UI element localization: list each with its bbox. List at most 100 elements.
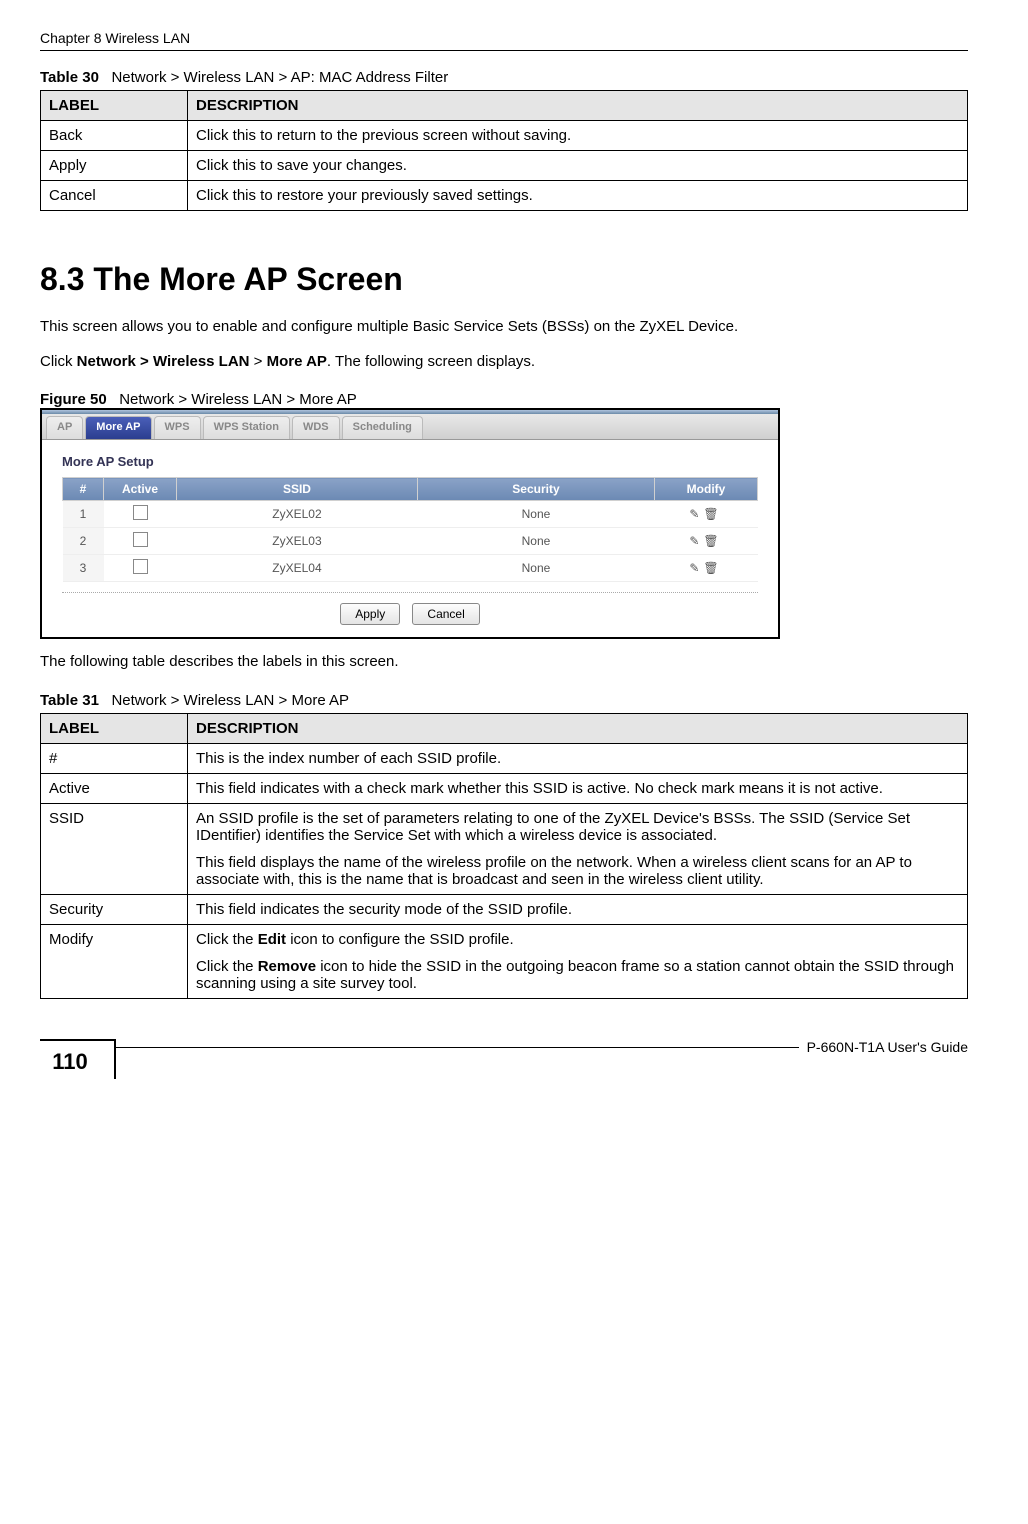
- table30-desc: Click this to save your changes.: [188, 151, 968, 181]
- remove-icon[interactable]: 🗑: [703, 534, 722, 548]
- more-ap-screenshot: AP More AP WPS WPS Station WDS Schedulin…: [40, 408, 780, 639]
- table31: LABEL DESCRIPTION # This is the index nu…: [40, 713, 968, 999]
- row-index: 3: [63, 555, 104, 582]
- section-title: 8.3 The More AP Screen: [40, 261, 968, 298]
- table31-header-desc: DESCRIPTION: [188, 713, 968, 743]
- table30-label: Cancel: [41, 181, 188, 211]
- section-paragraph-2: Click Network > Wireless LAN > More AP. …: [40, 351, 968, 374]
- text-paragraph: This field displays the name of the wire…: [196, 854, 959, 888]
- active-checkbox-cell: [104, 501, 177, 528]
- table30-label: Back: [41, 121, 188, 151]
- tab-wps[interactable]: WPS: [154, 416, 201, 439]
- table31-number: Table 31: [40, 692, 99, 709]
- text-bold: Edit: [258, 931, 286, 948]
- table-row: 1 ZyXEL02 None ✎🗑: [63, 501, 758, 528]
- table-row: Security This field indicates the securi…: [41, 894, 968, 924]
- row-index: 1: [63, 501, 104, 528]
- table-row: Apply Click this to save your changes.: [41, 151, 968, 181]
- text-paragraph: Click the Remove icon to hide the SSID i…: [196, 958, 959, 992]
- text-fragment: icon to configure the SSID profile.: [286, 931, 514, 948]
- chapter-heading: Chapter 8 Wireless LAN: [40, 30, 190, 46]
- tab-wps-station[interactable]: WPS Station: [203, 416, 290, 439]
- table31-label: Active: [41, 773, 188, 803]
- table-row: Cancel Click this to restore your previo…: [41, 181, 968, 211]
- col-num: #: [63, 478, 104, 501]
- table-row: Active This field indicates with a check…: [41, 773, 968, 803]
- table31-label: SSID: [41, 803, 188, 894]
- col-modify: Modify: [655, 478, 758, 501]
- active-checkbox-cell: [104, 555, 177, 582]
- active-checkbox-cell: [104, 528, 177, 555]
- remove-icon[interactable]: 🗑: [703, 561, 722, 575]
- row-security: None: [417, 501, 654, 528]
- tab-bar: AP More AP WPS WPS Station WDS Schedulin…: [42, 414, 778, 440]
- text-bold: More AP: [267, 353, 327, 370]
- more-ap-table: # Active SSID Security Modify 1 ZyXEL02 …: [62, 477, 758, 582]
- table-row: SSID An SSID profile is the set of param…: [41, 803, 968, 894]
- panel-title: More AP Setup: [62, 454, 758, 469]
- table30-header-label: LABEL: [41, 91, 188, 121]
- table31-caption: Table 31 Network > Wireless LAN > More A…: [40, 692, 968, 709]
- tab-more-ap[interactable]: More AP: [85, 416, 151, 439]
- col-ssid: SSID: [177, 478, 418, 501]
- footer-guide: P-660N-T1A User's Guide: [799, 1039, 968, 1055]
- table31-desc: This field indicates with a check mark w…: [188, 773, 968, 803]
- row-index: 2: [63, 528, 104, 555]
- table31-label: Security: [41, 894, 188, 924]
- table-row: Modify Click the Edit icon to configure …: [41, 924, 968, 998]
- table31-title: Network > Wireless LAN > More AP: [111, 692, 349, 709]
- table30: LABEL DESCRIPTION Back Click this to ret…: [40, 90, 968, 211]
- page-number: 110: [40, 1039, 116, 1079]
- text-fragment: . The following screen displays.: [327, 353, 535, 370]
- text-fragment: >: [250, 353, 267, 370]
- checkbox[interactable]: [133, 505, 148, 520]
- cancel-button[interactable]: Cancel: [412, 603, 479, 625]
- figure50-title: Network > Wireless LAN > More AP: [119, 391, 357, 408]
- text-bold: Network > Wireless LAN: [77, 353, 250, 370]
- table-row: Back Click this to return to the previou…: [41, 121, 968, 151]
- table30-header-desc: DESCRIPTION: [188, 91, 968, 121]
- text-paragraph: Click the Edit icon to configure the SSI…: [196, 931, 959, 948]
- edit-icon[interactable]: ✎: [689, 561, 703, 575]
- text-fragment: Click the: [196, 931, 258, 948]
- after-figure-text: The following table describes the labels…: [40, 651, 968, 674]
- apply-button[interactable]: Apply: [340, 603, 400, 625]
- table31-desc: Click the Edit icon to configure the SSI…: [188, 924, 968, 998]
- figure50-number: Figure 50: [40, 391, 107, 408]
- remove-icon[interactable]: 🗑: [703, 507, 722, 521]
- col-active: Active: [104, 478, 177, 501]
- edit-icon[interactable]: ✎: [689, 534, 703, 548]
- modify-cell: ✎🗑: [655, 555, 758, 582]
- edit-icon[interactable]: ✎: [689, 507, 703, 521]
- text-paragraph: An SSID profile is the set of parameters…: [196, 810, 959, 844]
- table31-header-label: LABEL: [41, 713, 188, 743]
- checkbox[interactable]: [133, 559, 148, 574]
- section-paragraph-1: This screen allows you to enable and con…: [40, 316, 968, 339]
- table30-caption: Table 30 Network > Wireless LAN > AP: MA…: [40, 69, 968, 86]
- text-fragment: Click the: [196, 958, 258, 975]
- table-row: # This is the index number of each SSID …: [41, 743, 968, 773]
- tab-ap[interactable]: AP: [46, 416, 83, 439]
- table31-label: Modify: [41, 924, 188, 998]
- text-bold: Remove: [258, 958, 316, 975]
- modify-cell: ✎🗑: [655, 501, 758, 528]
- row-ssid: ZyXEL03: [177, 528, 418, 555]
- row-security: None: [417, 555, 654, 582]
- table-row: 3 ZyXEL04 None ✎🗑: [63, 555, 758, 582]
- table31-desc: An SSID profile is the set of parameters…: [188, 803, 968, 894]
- table30-desc: Click this to restore your previously sa…: [188, 181, 968, 211]
- table-row: 2 ZyXEL03 None ✎🗑: [63, 528, 758, 555]
- figure50-caption: Figure 50 Network > Wireless LAN > More …: [40, 391, 968, 408]
- table31-label: #: [41, 743, 188, 773]
- table31-desc: This field indicates the security mode o…: [188, 894, 968, 924]
- row-ssid: ZyXEL04: [177, 555, 418, 582]
- checkbox[interactable]: [133, 532, 148, 547]
- row-security: None: [417, 528, 654, 555]
- table30-desc: Click this to return to the previous scr…: [188, 121, 968, 151]
- tab-wds[interactable]: WDS: [292, 416, 340, 439]
- table30-label: Apply: [41, 151, 188, 181]
- table30-title: Network > Wireless LAN > AP: MAC Address…: [111, 69, 448, 86]
- tab-scheduling[interactable]: Scheduling: [342, 416, 423, 439]
- row-ssid: ZyXEL02: [177, 501, 418, 528]
- table30-number: Table 30: [40, 69, 99, 86]
